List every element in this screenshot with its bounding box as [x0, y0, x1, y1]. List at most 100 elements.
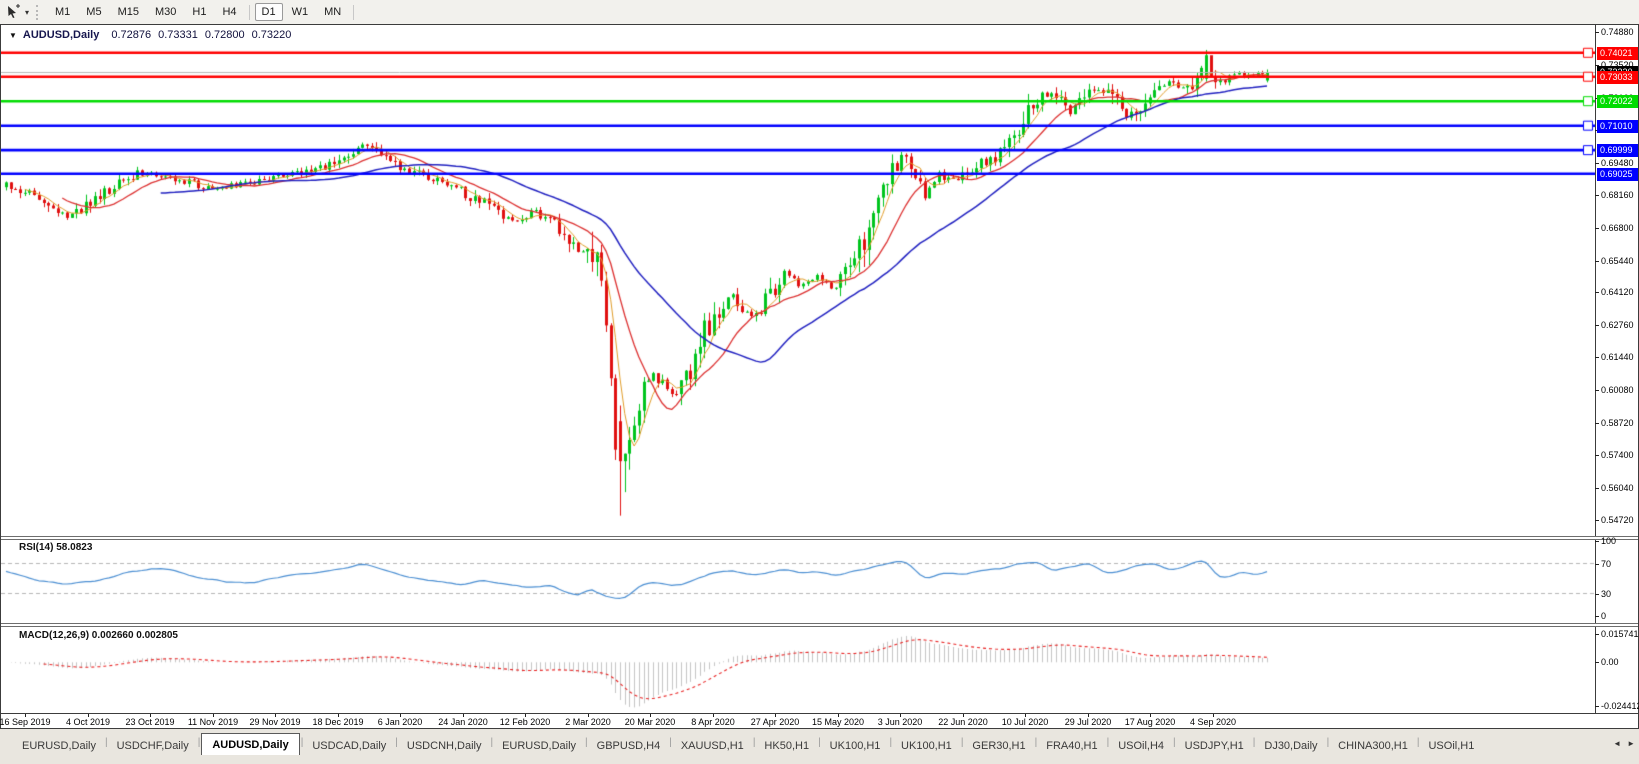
timeframe-button-w1[interactable]: W1 — [285, 3, 316, 21]
axis-tick-label: 0.74880 — [1601, 27, 1634, 38]
axis-tick-mark — [1595, 195, 1599, 196]
axis-tick-label: 0.00 — [1601, 657, 1619, 668]
axis-tick-mark — [1595, 594, 1599, 595]
tab-fra40-h1[interactable]: FRA40,H1 — [1038, 736, 1105, 755]
rsi-indicator-label: RSI(14) 58.0823 — [19, 542, 92, 553]
tab-uk100-h1[interactable]: UK100,H1 — [893, 736, 960, 755]
crosshair-tool-icon[interactable] — [5, 4, 23, 20]
axis-tick-mark — [1595, 32, 1599, 33]
level-price-badge[interactable]: 0.69999 — [1597, 144, 1638, 157]
axis-tick-mark — [1595, 488, 1599, 489]
axis-tick-label: 0.66800 — [1601, 223, 1634, 234]
tab-scroll-left-icon[interactable]: ◄ — [1613, 739, 1621, 748]
axis-tick-mark — [1595, 390, 1599, 391]
ohlc-close-value: 0.73220 — [252, 29, 292, 41]
axis-tick-label: 0.57400 — [1601, 450, 1634, 461]
axis-tick-mark — [1595, 357, 1599, 358]
axis-tick-label: 0.56040 — [1601, 483, 1634, 494]
tab-dj30-daily[interactable]: DJ30,Daily — [1256, 736, 1325, 755]
timeframe-buttons: M1M5M15M30H1H4 D1W1MN — [47, 3, 358, 21]
macd-indicator-label: MACD(12,26,9) 0.002660 0.002805 — [19, 630, 178, 641]
pane-splitter-macd[interactable] — [1, 623, 1638, 627]
level-price-badge[interactable]: 0.74021 — [1597, 47, 1638, 60]
timeframe-button-mn[interactable]: MN — [317, 3, 348, 21]
axis-tick-label: 0.68160 — [1601, 190, 1634, 201]
timeframe-button-h1[interactable]: H1 — [185, 3, 213, 21]
pane-splitter-rsi[interactable] — [1, 536, 1638, 540]
timeframe-button-d1[interactable]: D1 — [255, 3, 283, 21]
tab-usdjpy-h1[interactable]: USDJPY,H1 — [1177, 736, 1252, 755]
timeframe-button-m30[interactable]: M30 — [148, 3, 183, 21]
axis-tick-mark — [1595, 616, 1599, 617]
axis-tick-label: -0.024412 — [1601, 701, 1639, 712]
axis-tick-mark — [1595, 455, 1599, 456]
chart-title: ▼ AUDUSD,Daily 0.72876 0.73331 0.72800 0… — [9, 29, 298, 41]
chart-collapse-icon[interactable]: ▼ — [9, 31, 17, 40]
mt4-terminal-window: ▾ M1M5M15M30H1H4 D1W1MN ▼ AUDUSD,Daily 0.… — [0, 0, 1639, 764]
toolbar-separator — [353, 5, 354, 20]
level-price-badge[interactable]: 0.72022 — [1597, 95, 1638, 108]
axis-tick-mark — [1595, 634, 1599, 635]
axis-tick-mark — [1595, 520, 1599, 521]
ohlc-high-value: 0.73331 — [158, 29, 198, 41]
chart-tabs: EURUSD,Daily|USDCHF,Daily|AUDUSD,Daily|U… — [0, 729, 1639, 755]
tab-uk100-h1[interactable]: UK100,H1 — [822, 736, 889, 755]
timeframe-button-h4[interactable]: H4 — [215, 3, 243, 21]
chart-symbol-label: AUDUSD,Daily — [23, 29, 99, 41]
level-price-badge[interactable]: 0.69025 — [1597, 168, 1638, 181]
tab-eurusd-daily[interactable]: EURUSD,Daily — [14, 736, 104, 755]
axis-tick-mark — [1595, 706, 1599, 707]
tab-usdchf-daily[interactable]: USDCHF,Daily — [109, 736, 197, 755]
tab-ger30-h1[interactable]: GER30,H1 — [964, 736, 1033, 755]
tab-audusd-daily[interactable]: AUDUSD,Daily — [201, 733, 299, 755]
axis-tick-mark — [1595, 163, 1599, 164]
axis-tick-label: 30 — [1601, 589, 1611, 600]
axis-tick-label: 0.65440 — [1601, 256, 1634, 267]
chart-tab-bar: EURUSD,Daily|USDCHF,Daily|AUDUSD,Daily|U… — [0, 729, 1639, 764]
axis-tick-mark — [1595, 261, 1599, 262]
price-axis[interactable]: 0.748800.735200.721600.708400.694800.681… — [1595, 25, 1639, 714]
timeframe-button-m15[interactable]: M15 — [111, 3, 146, 21]
tab-scroll-right-icon[interactable]: ► — [1627, 739, 1635, 748]
tool-dropdown-caret-icon[interactable]: ▾ — [25, 8, 29, 17]
axis-tick-mark — [1595, 662, 1599, 663]
axis-tick-mark — [1595, 541, 1599, 542]
axis-tick-mark — [1595, 325, 1599, 326]
tab-usoil-h1[interactable]: USOil,H1 — [1420, 736, 1482, 755]
axis-tick-label: 0 — [1601, 611, 1606, 622]
timeframe-button-m1[interactable]: M1 — [48, 3, 77, 21]
date-tick-label: 4 Sep 2020 — [1171, 717, 1255, 727]
tab-china300-h1[interactable]: CHINA300,H1 — [1330, 736, 1416, 755]
tab-xauusd-h1[interactable]: XAUUSD,H1 — [673, 736, 752, 755]
level-price-badge[interactable]: 0.73033 — [1597, 71, 1638, 84]
ohlc-open-value: 0.72876 — [111, 29, 151, 41]
axis-tick-label: 0.61440 — [1601, 352, 1634, 363]
axis-tick-label: 0.60080 — [1601, 385, 1634, 396]
tab-usdcad-daily[interactable]: USDCAD,Daily — [304, 736, 394, 755]
axis-tick-label: 0.58720 — [1601, 418, 1634, 429]
tab-scroll-controls: ◄ ► — [1613, 739, 1635, 748]
tab-hk50-h1[interactable]: HK50,H1 — [756, 736, 817, 755]
toolbar: ▾ M1M5M15M30H1H4 D1W1MN — [0, 0, 1639, 24]
axis-tick-mark — [1595, 423, 1599, 424]
axis-tick-label: 70 — [1601, 559, 1611, 570]
axis-tick-mark — [1595, 292, 1599, 293]
toolbar-grip — [36, 5, 40, 20]
axis-tick-label: 0.015741 — [1601, 629, 1639, 640]
chart-plot-area[interactable] — [1, 25, 1595, 713]
tab-usdcnh-daily[interactable]: USDCNH,Daily — [399, 736, 490, 755]
tab-eurusd-daily[interactable]: EURUSD,Daily — [494, 736, 584, 755]
level-price-badge[interactable]: 0.71010 — [1597, 120, 1638, 133]
timeframe-button-m5[interactable]: M5 — [79, 3, 108, 21]
axis-tick-label: 0.64120 — [1601, 287, 1634, 298]
chart-window: ▼ AUDUSD,Daily 0.72876 0.73331 0.72800 0… — [0, 24, 1639, 729]
tab-usoil-h4[interactable]: USOil,H4 — [1110, 736, 1172, 755]
axis-tick-mark — [1595, 228, 1599, 229]
axis-tick-label: 0.62760 — [1601, 320, 1634, 331]
time-axis[interactable]: 16 Sep 20194 Oct 201923 Oct 201911 Nov 2… — [1, 714, 1595, 730]
axis-tick-mark — [1595, 564, 1599, 565]
toolbar-separator — [249, 5, 250, 20]
tab-gbpusd-h4[interactable]: GBPUSD,H4 — [589, 736, 669, 755]
ohlc-low-value: 0.72800 — [205, 29, 245, 41]
axis-tick-label: 100 — [1601, 536, 1616, 547]
